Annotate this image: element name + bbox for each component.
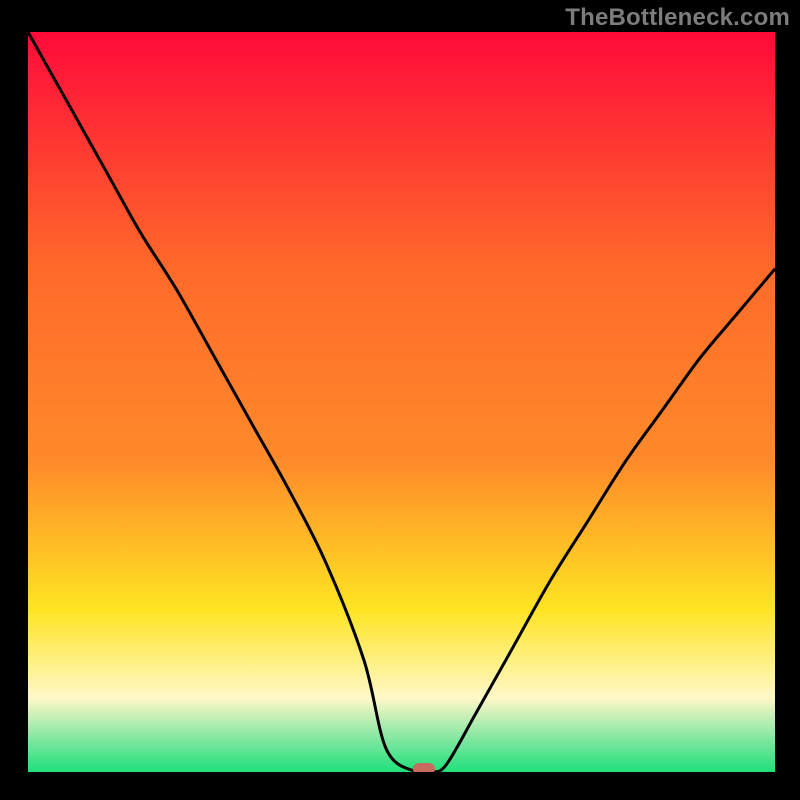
- gradient-background: [28, 32, 775, 772]
- optimum-marker: [413, 763, 435, 772]
- chart-svg: [28, 32, 775, 772]
- chart-frame: TheBottleneck.com: [0, 0, 800, 800]
- attribution-label: TheBottleneck.com: [565, 4, 790, 32]
- plot-area: [28, 32, 775, 772]
